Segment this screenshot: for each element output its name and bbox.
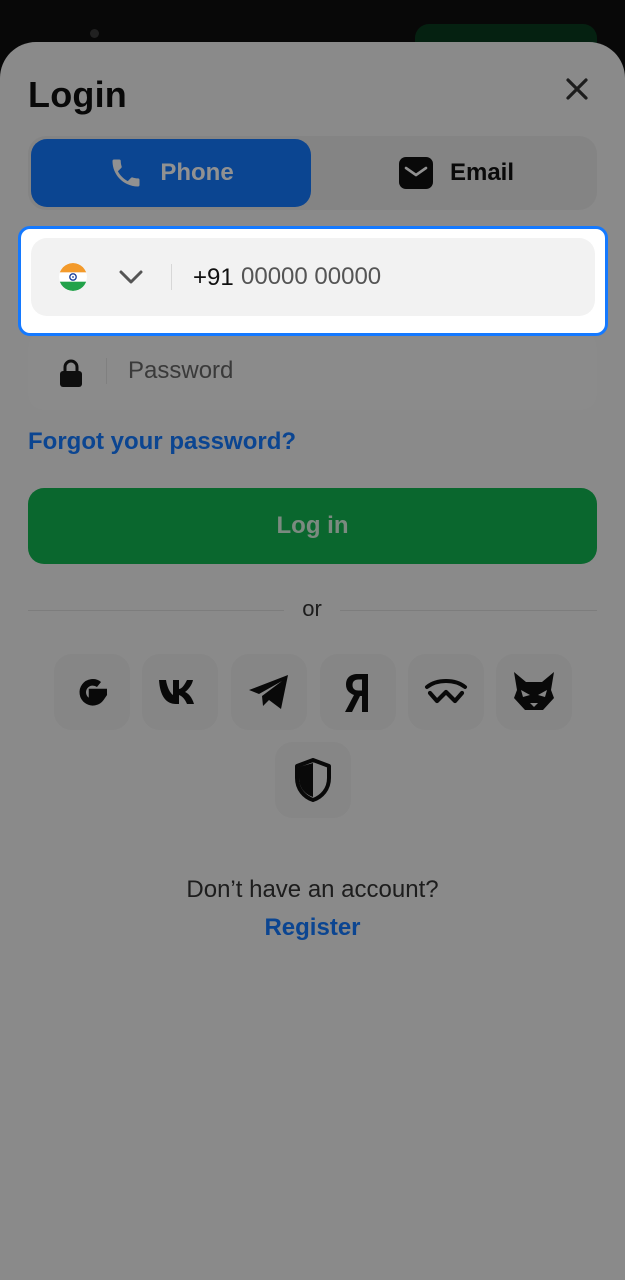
or-divider: or xyxy=(28,596,597,626)
tab-phone-label: Phone xyxy=(160,159,234,186)
shield-login-button[interactable] xyxy=(275,742,351,818)
login-method-tabs: Phone Email xyxy=(28,136,597,210)
vk-icon xyxy=(159,680,194,704)
phone-icon xyxy=(112,159,140,187)
lock-icon xyxy=(60,359,82,387)
email-icon xyxy=(398,157,433,189)
google-icon xyxy=(79,679,108,706)
walletconnect-icon xyxy=(425,679,467,704)
password-field[interactable] xyxy=(28,332,597,410)
or-label: or xyxy=(302,596,322,621)
background-dot xyxy=(90,29,99,38)
divider-line-right xyxy=(340,610,597,611)
phone-field-highlight: +91 xyxy=(18,226,608,336)
yandex-icon xyxy=(345,674,368,712)
login-button[interactable]: Log in xyxy=(28,488,597,564)
walletconnect-login-button[interactable] xyxy=(408,654,484,730)
telegram-login-button[interactable] xyxy=(231,654,307,730)
google-login-button[interactable] xyxy=(54,654,130,730)
page-title: Login xyxy=(28,74,127,115)
yandex-login-button[interactable] xyxy=(320,654,396,730)
chevron-down-icon[interactable] xyxy=(117,266,145,288)
telegram-icon xyxy=(249,675,288,709)
phone-field[interactable]: +91 xyxy=(18,226,608,336)
india-flag-icon xyxy=(59,263,87,291)
metamask-fox-icon xyxy=(514,672,554,710)
register-link[interactable]: Register xyxy=(0,914,625,942)
phone-field-inner: +91 xyxy=(31,238,595,316)
password-separator xyxy=(106,358,107,384)
phone-separator xyxy=(171,264,172,290)
password-input[interactable] xyxy=(128,352,568,390)
tab-phone[interactable]: Phone xyxy=(31,139,311,207)
tab-email[interactable]: Email xyxy=(318,139,594,207)
country-code: +91 xyxy=(193,264,234,291)
divider-line-left xyxy=(28,610,284,611)
phone-input[interactable] xyxy=(241,258,581,296)
shield-icon xyxy=(295,758,331,802)
forgot-password-link[interactable]: Forgot your password? xyxy=(28,428,296,456)
metamask-login-button[interactable] xyxy=(496,654,572,730)
tab-email-label: Email xyxy=(449,159,515,186)
vk-login-button[interactable] xyxy=(142,654,218,730)
no-account-text: Don’t have an account? xyxy=(186,876,439,903)
close-icon[interactable] xyxy=(560,72,594,106)
